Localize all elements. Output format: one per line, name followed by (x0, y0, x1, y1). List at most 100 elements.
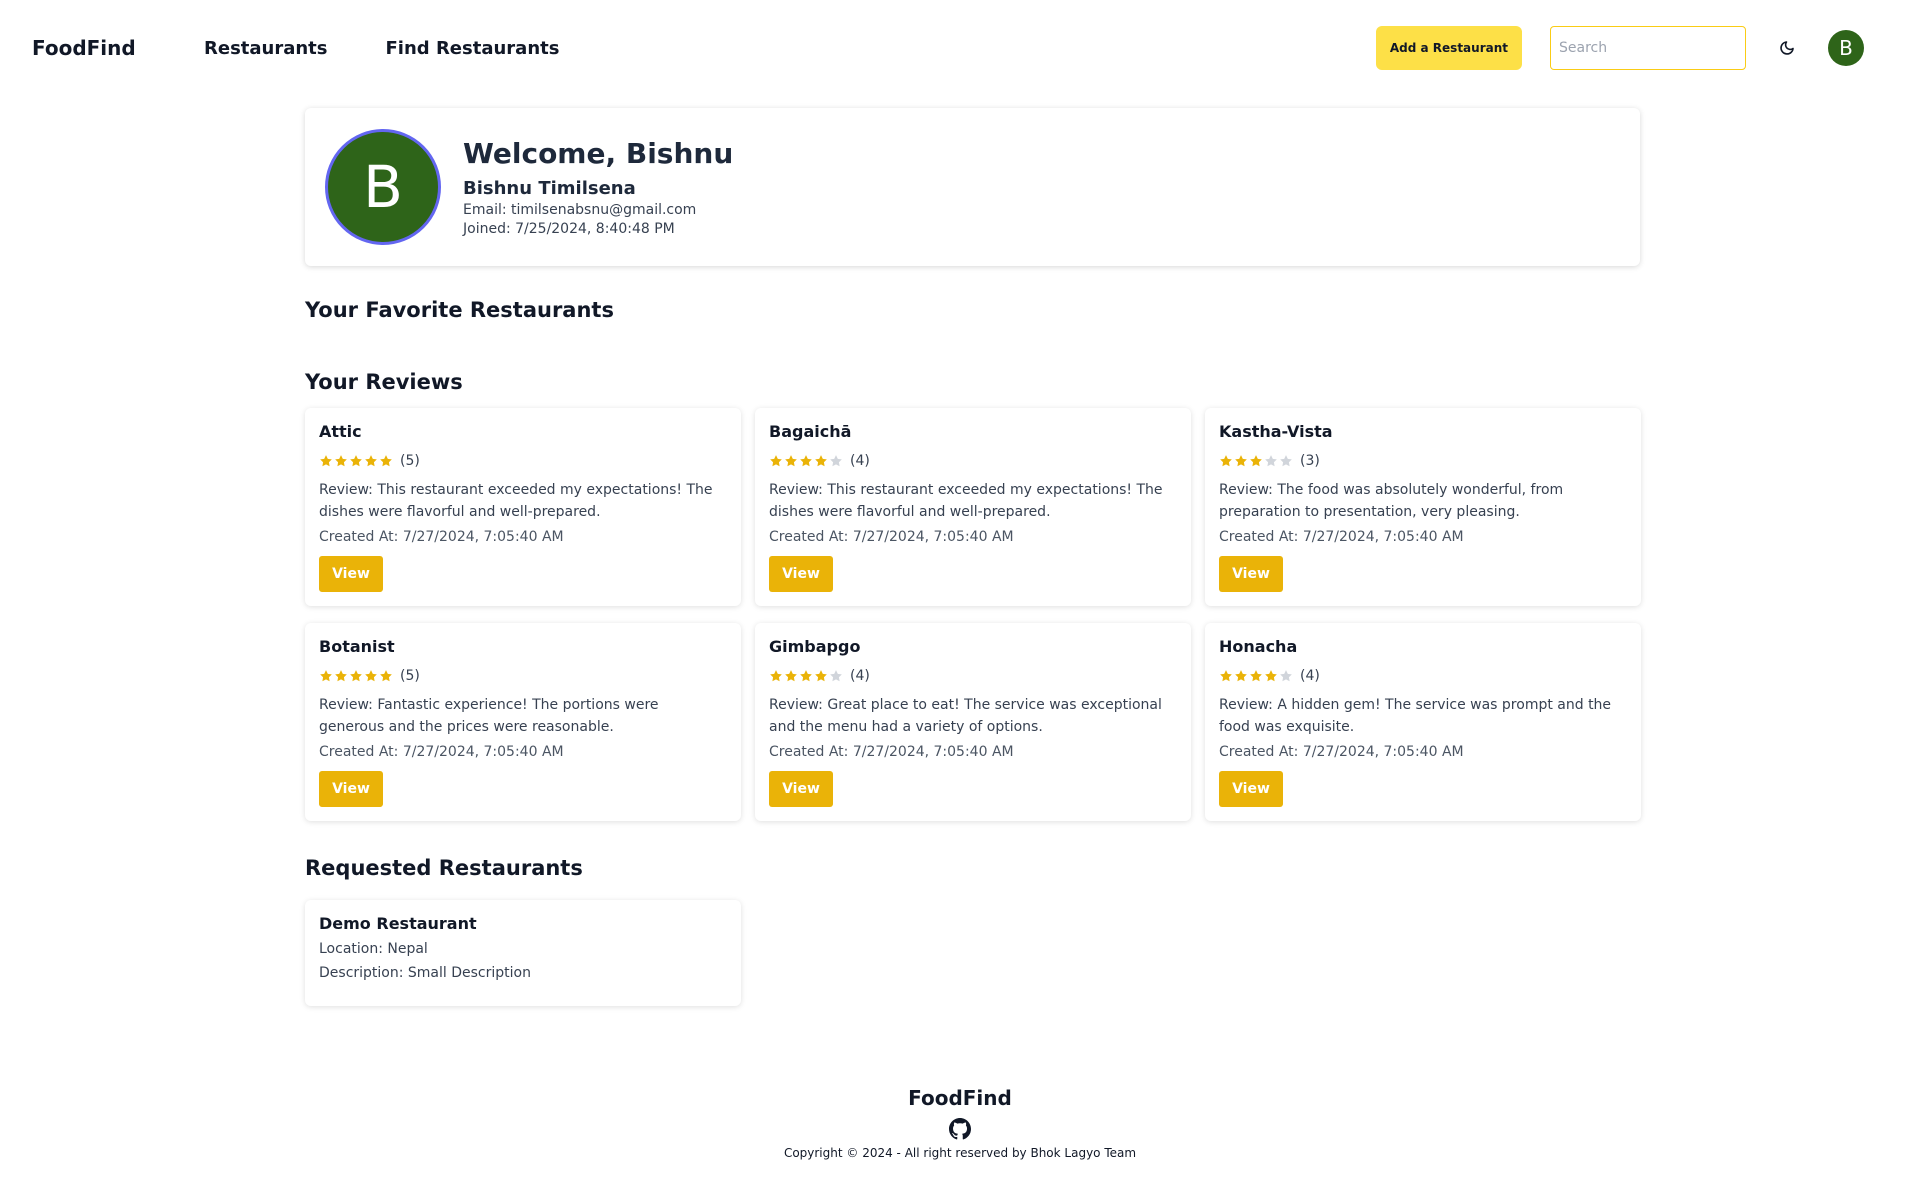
star-filled-icon (800, 670, 812, 682)
review-created-at: Created At: 7/27/2024, 7:05:40 AM (1219, 744, 1464, 760)
review-restaurant-name: Gimbapgo (769, 637, 861, 656)
star-filled-icon (1250, 455, 1262, 467)
requested-restaurant-card: Demo Restaurant Location: Nepal Descript… (305, 900, 741, 1006)
star-filled-icon (1220, 455, 1232, 467)
search-input[interactable] (1550, 26, 1746, 70)
github-icon (949, 1118, 971, 1140)
star-filled-icon (770, 670, 782, 682)
review-restaurant-name: Honacha (1219, 637, 1298, 656)
star-empty-icon (1280, 455, 1292, 467)
requested-restaurant-description: Description: Small Description (319, 965, 531, 981)
star-rating (1219, 669, 1294, 683)
view-button[interactable]: View (1219, 771, 1283, 807)
review-text: Review: Fantastic experience! The portio… (319, 697, 659, 735)
review-rating: (5) (319, 668, 727, 684)
star-rating (1219, 454, 1294, 468)
review-text: Review: The food was absolutely wonderfu… (1219, 482, 1564, 520)
review-created-at: Created At: 7/27/2024, 7:05:40 AM (769, 744, 1014, 760)
reviews-heading: Your Reviews (305, 370, 463, 394)
review-card: Attic (5) Review: This restaurant exceeded… (305, 408, 741, 606)
review-card: Kastha-Vista (3) Review: The food was abso… (1205, 408, 1641, 606)
star-filled-icon (800, 455, 812, 467)
view-button[interactable]: View (1219, 556, 1283, 592)
review-rating: (4) (1219, 668, 1627, 684)
star-empty-icon (1280, 670, 1292, 682)
star-rating (769, 669, 844, 683)
star-rating (319, 669, 394, 683)
star-filled-icon (365, 670, 377, 682)
review-text: Review: Great place to eat! The service … (769, 697, 1162, 735)
review-created-at: Created At: 7/27/2024, 7:05:40 AM (1219, 529, 1464, 545)
review-created-at: Created At: 7/27/2024, 7:05:40 AM (319, 744, 564, 760)
profile-card: B Welcome, Bishnu Bishnu Timilsena Email… (305, 108, 1640, 266)
brand-logo[interactable]: FoodFind (32, 36, 204, 60)
star-filled-icon (380, 455, 392, 467)
star-rating (319, 454, 394, 468)
review-card: Botanist (5) Review: Fantastic experience!… (305, 623, 741, 821)
star-filled-icon (350, 670, 362, 682)
theme-toggle[interactable] (1776, 37, 1798, 59)
star-filled-icon (1265, 670, 1277, 682)
favorites-heading: Your Favorite Restaurants (305, 298, 614, 322)
view-button[interactable]: View (319, 556, 383, 592)
nav-link-find-restaurants[interactable]: Find Restaurants (386, 38, 560, 59)
user-avatar[interactable]: B (1828, 30, 1864, 66)
review-rating: (5) (319, 453, 727, 469)
requested-restaurant-location: Location: Nepal (319, 941, 428, 957)
star-empty-icon (1265, 455, 1277, 467)
review-created-at: Created At: 7/27/2024, 7:05:40 AM (769, 529, 1014, 545)
review-created-at: Created At: 7/27/2024, 7:05:40 AM (319, 529, 564, 545)
star-filled-icon (770, 455, 782, 467)
view-button[interactable]: View (769, 771, 833, 807)
review-restaurant-name: Kastha-Vista (1219, 422, 1333, 441)
review-rating-count: (4) (850, 668, 870, 684)
review-rating-count: (3) (1300, 453, 1320, 469)
welcome-heading: Welcome, Bishnu (463, 136, 734, 170)
review-rating-count: (5) (400, 453, 420, 469)
star-filled-icon (815, 670, 827, 682)
review-rating-count: (4) (850, 453, 870, 469)
profile-full-name: Bishnu Timilsena (463, 178, 636, 200)
review-text: Review: This restaurant exceeded my expe… (319, 482, 713, 520)
star-filled-icon (785, 670, 797, 682)
review-text: Review: This restaurant exceeded my expe… (769, 482, 1163, 520)
requested-heading: Requested Restaurants (305, 856, 583, 880)
nav-link-restaurants[interactable]: Restaurants (204, 38, 328, 59)
review-restaurant-name: Bagaichā (769, 422, 852, 441)
star-filled-icon (1235, 455, 1247, 467)
main-content: B Welcome, Bishnu Bishnu Timilsena Email… (305, 108, 1641, 1006)
navbar: FoodFind Restaurants Find Restaurants Ad… (0, 0, 1920, 96)
review-card: Honacha (4) Review: A hidden gem! The serv… (1205, 623, 1641, 821)
star-rating (769, 454, 844, 468)
review-card: Bagaichā (4) Review: This restaurant excee… (755, 408, 1191, 606)
review-rating: (4) (769, 668, 1177, 684)
star-filled-icon (335, 670, 347, 682)
footer: FoodFind Copyright © 2024 - All right re… (0, 1086, 1920, 1160)
star-filled-icon (1235, 670, 1247, 682)
star-filled-icon (320, 455, 332, 467)
star-empty-icon (830, 670, 842, 682)
github-link[interactable] (0, 1118, 1920, 1140)
star-filled-icon (815, 455, 827, 467)
view-button[interactable]: View (319, 771, 383, 807)
profile-avatar: B (325, 129, 441, 245)
add-restaurant-button[interactable]: Add a Restaurant (1375, 26, 1522, 70)
review-rating-count: (5) (400, 668, 420, 684)
star-filled-icon (1250, 670, 1262, 682)
star-filled-icon (1220, 670, 1232, 682)
moon-icon (1780, 41, 1794, 55)
review-card: Gimbapgo (4) Review: Great place to eat! T… (755, 623, 1191, 821)
copyright-text: Copyright © 2024 - All right reserved by… (783, 1146, 1137, 1160)
reviews-grid: Attic (5) Review: This restaurant exceeded… (305, 408, 1641, 821)
review-restaurant-name: Botanist (319, 637, 395, 656)
view-button[interactable]: View (769, 556, 833, 592)
star-filled-icon (365, 455, 377, 467)
navbar-actions: Add a Restaurant B (1375, 0, 1864, 96)
star-filled-icon (320, 670, 332, 682)
star-filled-icon (380, 670, 392, 682)
review-rating-count: (4) (1300, 668, 1320, 684)
review-rating: (3) (1219, 453, 1627, 469)
star-filled-icon (335, 455, 347, 467)
footer-brand: FoodFind (908, 1086, 1012, 1110)
review-restaurant-name: Attic (319, 422, 362, 441)
